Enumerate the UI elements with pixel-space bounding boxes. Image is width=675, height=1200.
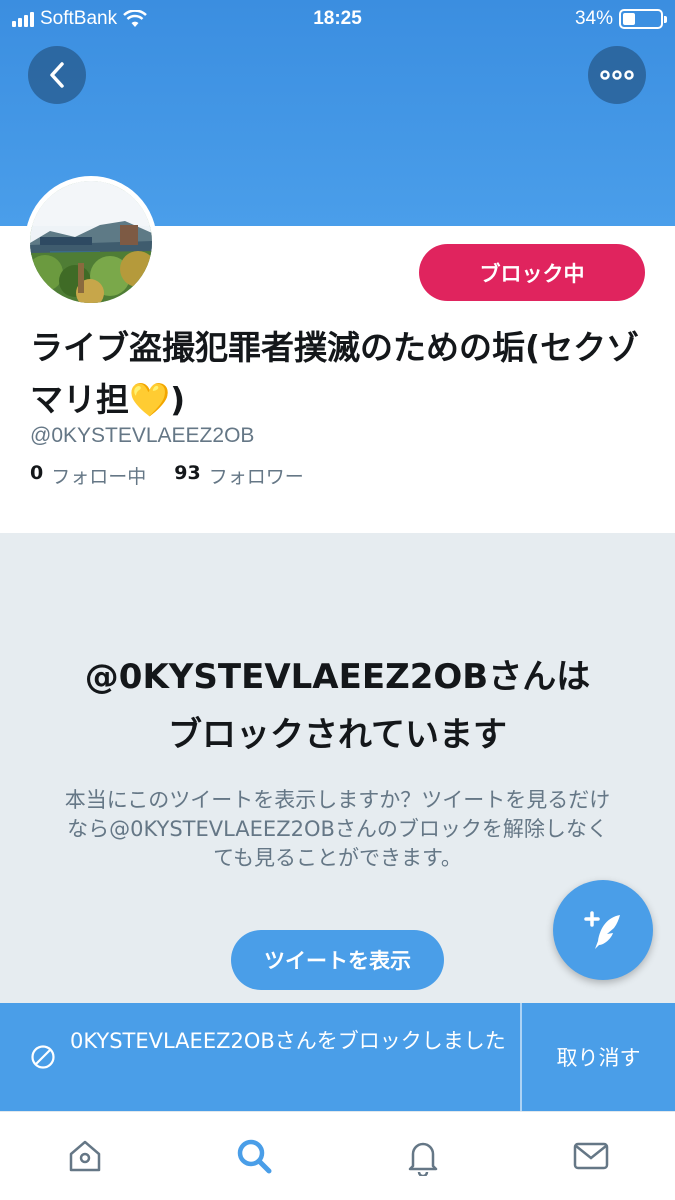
snackbar-message: 0KYSTEVLAEEZ2OBさんをブロックしました — [70, 1029, 506, 1053]
following-label[interactable]: フォロー中 — [51, 462, 146, 489]
followers-count[interactable]: 93 — [174, 462, 200, 489]
following-count[interactable]: 0 — [30, 462, 43, 489]
status-right: 34% — [574, 8, 667, 30]
search-icon — [237, 1139, 272, 1174]
display-name-suffix: ) — [170, 380, 186, 419]
blocked-title: @0KYSTEVLAEEZ2OBさんは ブロックされています — [20, 648, 655, 764]
compose-feather-icon — [584, 911, 620, 949]
block-icon — [31, 1045, 55, 1069]
profile-avatar[interactable] — [25, 176, 157, 308]
follow-stats: 0 フォロー中 93 フォロワー — [30, 462, 304, 489]
display-name: ライブ盗撮犯罪者撲滅のための垢(セクゾ マリ担💛) — [30, 322, 650, 426]
more-options-button[interactable] — [588, 46, 646, 104]
user-handle: @0KYSTEVLAEEZ2OB — [30, 424, 255, 447]
battery-fill — [623, 13, 635, 25]
compose-tweet-button[interactable] — [553, 880, 653, 980]
tab-bar — [0, 1111, 675, 1200]
tab-messages[interactable] — [569, 1134, 613, 1178]
block-snackbar: 0KYSTEVLAEEZ2OBさんをブロックしました 取り消す — [0, 1003, 675, 1111]
battery-icon — [619, 9, 667, 29]
more-dots-icon — [600, 70, 634, 80]
battery-percent: 34% — [574, 8, 613, 29]
blocking-button[interactable]: ブロック中 — [419, 244, 645, 301]
blocked-description: 本当にこのツイートを表示しますか？ツイートを見るだけなら@0KYSTEVLAEE… — [64, 788, 611, 870]
notifications-icon — [408, 1142, 438, 1176]
chevron-left-icon — [50, 62, 64, 88]
avatar-landscape-image — [30, 181, 152, 303]
yellow-heart-emoji: 💛 — [129, 380, 171, 419]
blocked-title-line2: ブロックされています — [168, 715, 507, 755]
undo-button[interactable]: 取り消す — [522, 1003, 675, 1111]
tab-notifications[interactable] — [401, 1134, 445, 1178]
tab-home[interactable] — [63, 1134, 107, 1178]
followers-label[interactable]: フォロワー — [209, 462, 304, 489]
tab-search[interactable] — [232, 1134, 276, 1178]
blocked-title-line1: @0KYSTEVLAEEZ2OBさんは — [84, 657, 591, 697]
back-button[interactable] — [28, 46, 86, 104]
home-icon — [69, 1140, 101, 1172]
display-name-text: ライブ盗撮犯罪者撲滅のための垢(セクゾ マリ担 — [30, 328, 640, 419]
messages-icon — [573, 1142, 609, 1170]
status-bar: SoftBank 18:25 34% — [0, 0, 675, 38]
clock: 18:25 — [313, 8, 362, 29]
show-tweets-button[interactable]: ツイートを表示 — [231, 930, 444, 990]
